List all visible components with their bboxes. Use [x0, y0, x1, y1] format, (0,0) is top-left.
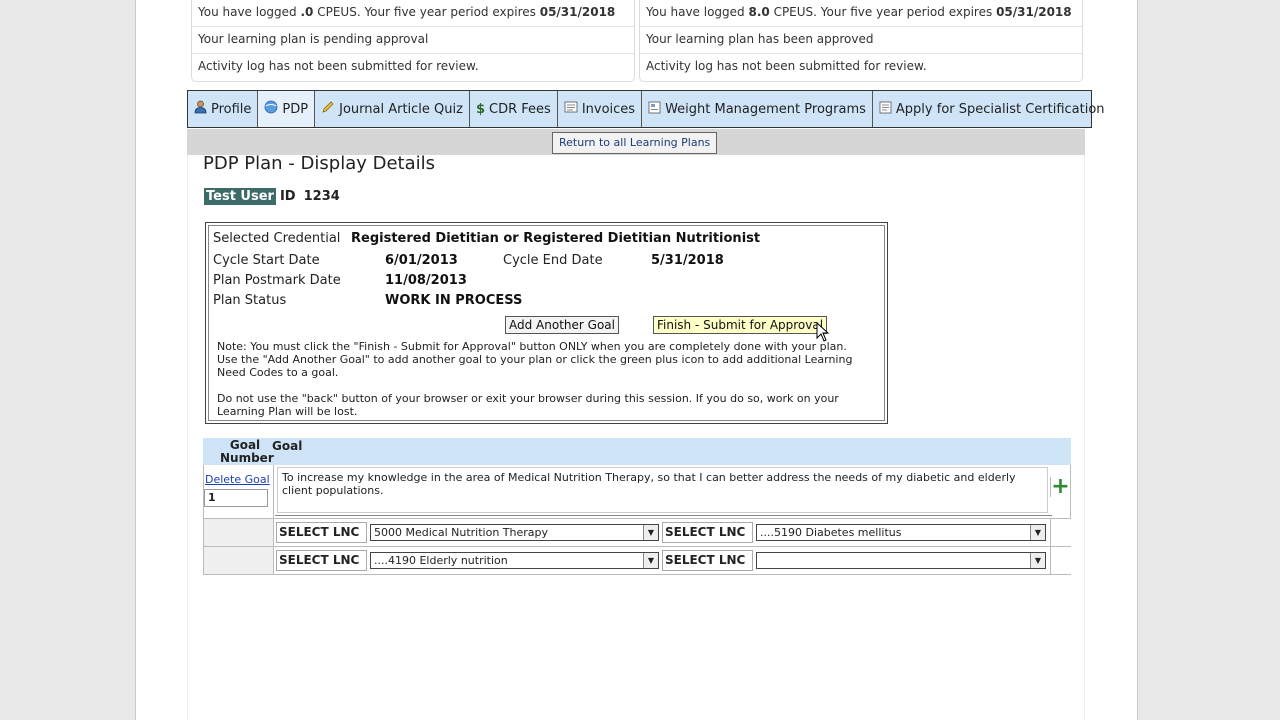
person-icon	[194, 100, 207, 118]
cpeu-prefix: You have logged	[198, 5, 301, 19]
goal-textarea-edge	[275, 512, 1052, 516]
cpeu-mid: CPEUS. Your five year period expires	[769, 5, 997, 19]
lnc-select[interactable]: ....4190 Elderly nutrition ▼	[370, 552, 659, 569]
credential-value: Registered Dietitian or Registered Dieti…	[351, 231, 761, 246]
select-lnc-label: SELECT LNC	[276, 522, 367, 543]
activity-status-text: Activity log has not been submitted for …	[646, 59, 927, 73]
form-icon	[648, 101, 661, 118]
pencil-icon	[321, 100, 335, 118]
page-container: You have logged .0 CPEUS. Your five year…	[135, 0, 1138, 720]
plan-details-inner: Selected Credential Registered Dietitian…	[208, 225, 885, 421]
dollar-icon: $	[475, 101, 486, 117]
user-name: Test User	[204, 188, 276, 205]
tab-label: Invoices	[581, 101, 636, 117]
lnc-row-spacer	[204, 519, 274, 546]
return-to-learning-plans-button[interactable]: Return to all Learning Plans	[552, 132, 718, 154]
cycle-start-value: 6/01/2013	[385, 253, 458, 268]
page-title: PDP Plan - Display Details	[203, 153, 435, 174]
lnc-row-end	[1050, 547, 1071, 574]
cpeu-status: You have logged 8.0 CPEUS. Your five yea…	[640, 0, 1082, 27]
plan-status-label: Plan Status	[213, 293, 287, 308]
plan-details-box: Selected Credential Registered Dietitian…	[205, 222, 888, 424]
select-lnc-label: SELECT LNC	[662, 522, 753, 543]
chevron-down-icon: ▼	[643, 525, 658, 540]
chevron-down-icon: ▼	[1030, 553, 1045, 568]
postmark-value: 11/08/2013	[385, 273, 467, 288]
tab-label: CDR Fees	[489, 101, 551, 117]
lnc-select-value: ....5190 Diabetes mellitus	[760, 526, 902, 539]
status-panel-left: You have logged .0 CPEUS. Your five year…	[191, 0, 635, 82]
tab-label: PDP	[282, 101, 309, 117]
add-another-goal-button[interactable]: Add Another Goal	[505, 316, 619, 334]
user-info: Test User ID 1234	[204, 188, 340, 205]
cpeu-status: You have logged .0 CPEUS. Your five year…	[192, 0, 634, 27]
user-id-value: 1234	[303, 189, 340, 204]
plan-status-text: Your learning plan has been approved	[640, 27, 1082, 54]
activity-status-text: Activity log has not been submitted for …	[198, 59, 479, 73]
tab-cdr-fees[interactable]: $ CDR Fees	[470, 91, 558, 127]
select-lnc-label: SELECT LNC	[662, 550, 753, 571]
tab-profile[interactable]: Profile	[188, 91, 259, 127]
tab-label: Weight Management Programs	[665, 101, 866, 117]
plan-status-value: WORK IN PROCESS	[385, 293, 523, 308]
cpeu-value: 8.0	[748, 5, 770, 19]
lnc-select-value: ....4190 Elderly nutrition	[374, 554, 508, 567]
chevron-down-icon: ▼	[643, 553, 658, 568]
lnc-select[interactable]: ....5190 Diabetes mellitus ▼	[756, 524, 1046, 541]
lnc-row: SELECT LNC ....4190 Elderly nutrition ▼ S…	[203, 547, 1071, 575]
status-panel-right: You have logged 8.0 CPEUS. Your five yea…	[639, 0, 1083, 82]
cpeu-prefix: You have logged	[646, 5, 749, 19]
mouse-cursor-icon	[816, 322, 830, 342]
lnc-row-spacer	[204, 547, 274, 574]
note-back-button: Do not use the "back" button of your bro…	[217, 392, 883, 418]
plan-status-text: Your learning plan is pending approval	[192, 27, 634, 54]
cycle-end-label: Cycle End Date	[503, 253, 603, 268]
goal-header: Goal	[272, 439, 303, 453]
document-icon	[564, 101, 578, 117]
lnc-row: SELECT LNC 5000 Medical Nutrition Therap…	[203, 519, 1071, 547]
tab-label: Journal Article Quiz	[339, 101, 463, 117]
cycle-start-label: Cycle Start Date	[213, 253, 320, 268]
goal-number-header: Goal Number	[220, 438, 274, 465]
note-line: Do not use the "back" button of your bro…	[217, 392, 839, 405]
lnc-select-value: 5000 Medical Nutrition Therapy	[374, 526, 549, 539]
form-icon	[879, 101, 892, 118]
expiry-date: 05/31/2018	[996, 5, 1072, 19]
tab-apply-specialist-certification[interactable]: Apply for Specialist Certification	[873, 91, 1111, 127]
tab-label: Apply for Specialist Certification	[895, 101, 1105, 117]
goal-row: Delete Goal To increase my knowledge in …	[203, 465, 1071, 519]
note-line: Note: You must click the "Finish - Submi…	[217, 340, 847, 353]
note-line: Use the "Add Another Goal" to add anothe…	[217, 353, 853, 366]
goal-number-input[interactable]: 1	[204, 489, 268, 507]
globe-icon	[264, 100, 278, 118]
select-lnc-label: SELECT LNC	[276, 550, 367, 571]
lnc-select[interactable]: 5000 Medical Nutrition Therapy ▼	[370, 524, 659, 541]
cpeu-mid: CPEUS. Your five year period expires	[313, 5, 540, 19]
chevron-down-icon: ▼	[1030, 525, 1045, 540]
delete-goal-link[interactable]: Delete Goal	[205, 473, 270, 486]
tab-pdp[interactable]: PDP	[258, 91, 316, 127]
cycle-end-value: 5/31/2018	[651, 253, 724, 268]
credential-label: Selected Credential	[213, 231, 341, 246]
goals-table: Goal Number Goal Delete Goal To increase…	[203, 438, 1071, 575]
plus-icon[interactable]: +	[1050, 476, 1070, 498]
tab-journal-article-quiz[interactable]: Journal Article Quiz	[315, 91, 470, 127]
lnc-row-end	[1050, 519, 1071, 546]
note-line: Need Codes to a goal.	[217, 366, 339, 379]
tab-weight-management-programs[interactable]: Weight Management Programs	[642, 91, 873, 127]
cpeu-value: .0	[300, 5, 314, 19]
goal-textarea[interactable]: To increase my knowledge in the area of …	[277, 467, 1048, 513]
note-finish: Note: You must click the "Finish - Submi…	[217, 340, 883, 379]
lnc-select[interactable]: ▼	[756, 552, 1046, 569]
note-line: Learning Plan will be lost.	[217, 405, 358, 418]
tab-label: Profile	[211, 101, 252, 117]
tab-invoices[interactable]: Invoices	[558, 91, 643, 127]
finish-submit-button[interactable]: Finish - Submit for Approval	[653, 316, 828, 334]
expiry-date: 05/31/2018	[539, 5, 616, 19]
user-id-label: ID	[279, 189, 296, 204]
postmark-label: Plan Postmark Date	[213, 273, 341, 288]
goals-table-header: Goal Number Goal	[203, 438, 1071, 465]
main-nav: Profile PDP Journal Article Quiz $ CDR F…	[187, 90, 1105, 128]
